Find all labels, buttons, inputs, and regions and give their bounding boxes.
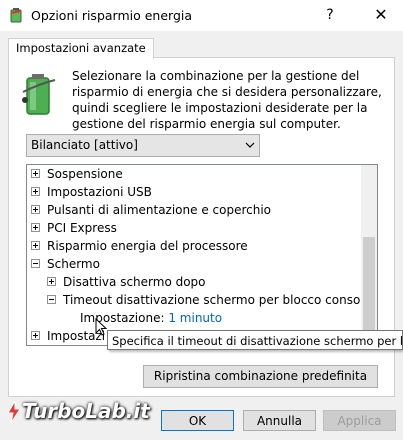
window-title: Opzioni risparmio energia xyxy=(31,8,193,23)
power-plan-select[interactable]: Bilanciato [attivo] xyxy=(26,134,260,157)
ok-button[interactable]: OK xyxy=(161,410,234,431)
collapse-icon[interactable] xyxy=(31,259,40,268)
mouse-cursor-icon xyxy=(95,318,107,336)
scrollbar-thumb[interactable] xyxy=(363,237,375,341)
expand-icon[interactable] xyxy=(31,331,40,340)
expand-icon[interactable] xyxy=(31,169,40,178)
tree-item[interactable]: Disattiva schermo dopo xyxy=(47,273,206,291)
turbolab-watermark: TurboLab.it xyxy=(6,395,156,429)
expand-icon[interactable] xyxy=(31,205,40,214)
power-options-icon xyxy=(10,8,22,23)
power-plan-value: Bilanciato [attivo] xyxy=(31,138,138,152)
description-text: Selezionare la combinazione per la gesti… xyxy=(72,69,382,131)
tab-advanced-settings[interactable]: Impostazioni avanzate xyxy=(8,38,154,59)
setting-value-link[interactable]: 1 minuto xyxy=(168,311,222,325)
restore-defaults-button[interactable]: Ripristina combinazione predefinita xyxy=(143,365,378,388)
cancel-button[interactable]: Annulla xyxy=(243,410,316,431)
expand-icon[interactable] xyxy=(31,187,40,196)
lightning-icon xyxy=(7,401,21,423)
chevron-down-icon xyxy=(245,142,255,148)
expand-icon[interactable] xyxy=(31,241,40,250)
expand-icon[interactable] xyxy=(31,223,40,232)
tree-item[interactable]: PCI Express xyxy=(31,219,117,237)
apply-button[interactable]: Applica xyxy=(323,410,396,431)
tooltip: Specifica il timeout di disattivazione s… xyxy=(107,330,403,350)
tree-scrollbar[interactable] xyxy=(361,165,377,345)
collapse-icon[interactable] xyxy=(47,295,56,304)
tree-item[interactable]: Timeout disattivazione schermo per blocc… xyxy=(47,291,371,309)
expand-icon[interactable] xyxy=(47,277,56,286)
tree-item[interactable]: Impostazioni USB xyxy=(31,183,152,201)
setting-label: Impostazione: xyxy=(80,311,165,325)
settings-tree[interactable]: Sospensione Impostazioni USB Pulsanti di… xyxy=(26,164,378,346)
title-bar: Opzioni risparmio energia ? ✕ xyxy=(0,0,403,31)
tree-item[interactable]: Schermo xyxy=(31,255,100,273)
battery-icon xyxy=(22,74,56,115)
close-button[interactable]: ✕ xyxy=(365,4,397,26)
tree-item[interactable]: Pulsanti di alimentazione e coperchio xyxy=(31,201,271,219)
tree-item[interactable]: Risparmio energia del processore xyxy=(31,237,248,255)
tree-item[interactable]: Sospensione xyxy=(31,165,123,183)
help-button[interactable]: ? xyxy=(318,4,342,26)
